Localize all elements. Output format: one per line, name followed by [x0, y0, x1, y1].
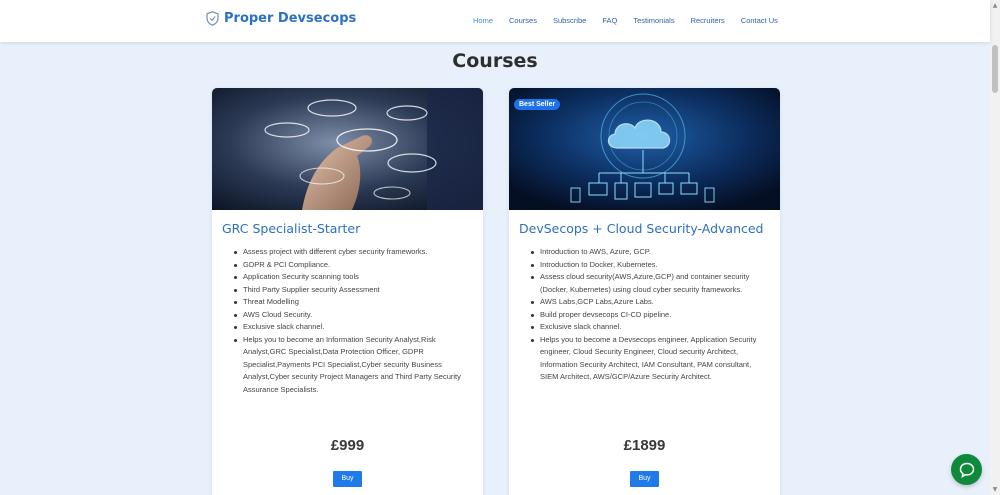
scroll-up-arrow-icon[interactable]: ▲	[991, 1, 999, 10]
feature-item: Assess cloud security(AWS,Azure,GCP) and…	[531, 271, 767, 296]
hand-touch-image	[212, 88, 483, 210]
main-nav: Home Courses Subscribe FAQ Testimonials …	[473, 16, 794, 25]
course-image-devsecops: Best Seller	[509, 88, 780, 210]
feature-item: Introduction to AWS, Azure, GCP.	[531, 246, 767, 259]
feature-item: AWS Labs,GCP Labs,Azure Labs.	[531, 296, 767, 309]
nav-link-subscribe[interactable]: Subscribe	[553, 16, 586, 25]
chat-bubble-icon	[959, 462, 974, 478]
feature-item: GDPR & PCI Compliance.	[234, 259, 470, 272]
feature-item: Exclusive slack channel.	[234, 321, 470, 334]
course-title: DevSecops + Cloud Security-Advanced	[519, 221, 764, 236]
feature-item: Build proper devsecops CI-CD pipeline.	[531, 309, 767, 322]
course-image-grc	[212, 88, 483, 210]
nav-link-home[interactable]: Home	[473, 16, 493, 25]
feature-list: Introduction to AWS, Azure, GCP. Introdu…	[531, 246, 767, 384]
chat-widget-button[interactable]	[951, 454, 982, 485]
scrollbar-thumb[interactable]	[992, 45, 998, 93]
buy-button[interactable]: Buy	[630, 471, 659, 487]
feature-item: Application Security scanning tools	[234, 271, 470, 284]
nav-link-recruiters[interactable]: Recruiters	[691, 16, 725, 25]
feature-item: Helps you to become a Devsecops engineer…	[531, 334, 767, 384]
shield-icon	[206, 11, 219, 26]
buy-button[interactable]: Buy	[333, 471, 362, 487]
feature-item: Exclusive slack channel.	[531, 321, 767, 334]
feature-item: Introduction to Docker, Kubernetes.	[531, 259, 767, 272]
nav-link-courses[interactable]: Courses	[509, 16, 537, 25]
course-card-devsecops: Best Seller DevSecops + Cloud Security-A…	[509, 88, 780, 495]
scroll-down-arrow-icon[interactable]: ▼	[991, 485, 999, 494]
page-scrollbar[interactable]: ▲ ▼	[990, 0, 1000, 495]
nav-link-faq[interactable]: FAQ	[602, 16, 617, 25]
feature-item: Third Party Supplier security Assessment	[234, 284, 470, 297]
feature-item: Helps you to become an Information Secur…	[234, 334, 470, 397]
brand-logo[interactable]: Proper Devsecops	[206, 11, 356, 26]
feature-item: Threat Modelling	[234, 296, 470, 309]
feature-item: AWS Cloud Security.	[234, 309, 470, 322]
nav-link-contact-us[interactable]: Contact Us	[741, 16, 778, 25]
feature-item: Assess project with different cyber secu…	[234, 246, 470, 259]
section-title: Courses	[452, 50, 538, 72]
best-seller-badge: Best Seller	[514, 99, 561, 110]
course-title: GRC Specialist-Starter	[222, 221, 361, 236]
brand-name: Proper Devsecops	[224, 11, 357, 26]
top-navbar: Proper Devsecops Home Courses Subscribe …	[0, 0, 990, 42]
course-card-grc: GRC Specialist-Starter Assess project wi…	[212, 88, 483, 495]
course-price: £1899	[623, 437, 666, 454]
feature-list: Assess project with different cyber secu…	[234, 246, 470, 396]
course-price: £999	[330, 437, 365, 454]
nav-link-testimonials[interactable]: Testimonials	[633, 16, 674, 25]
